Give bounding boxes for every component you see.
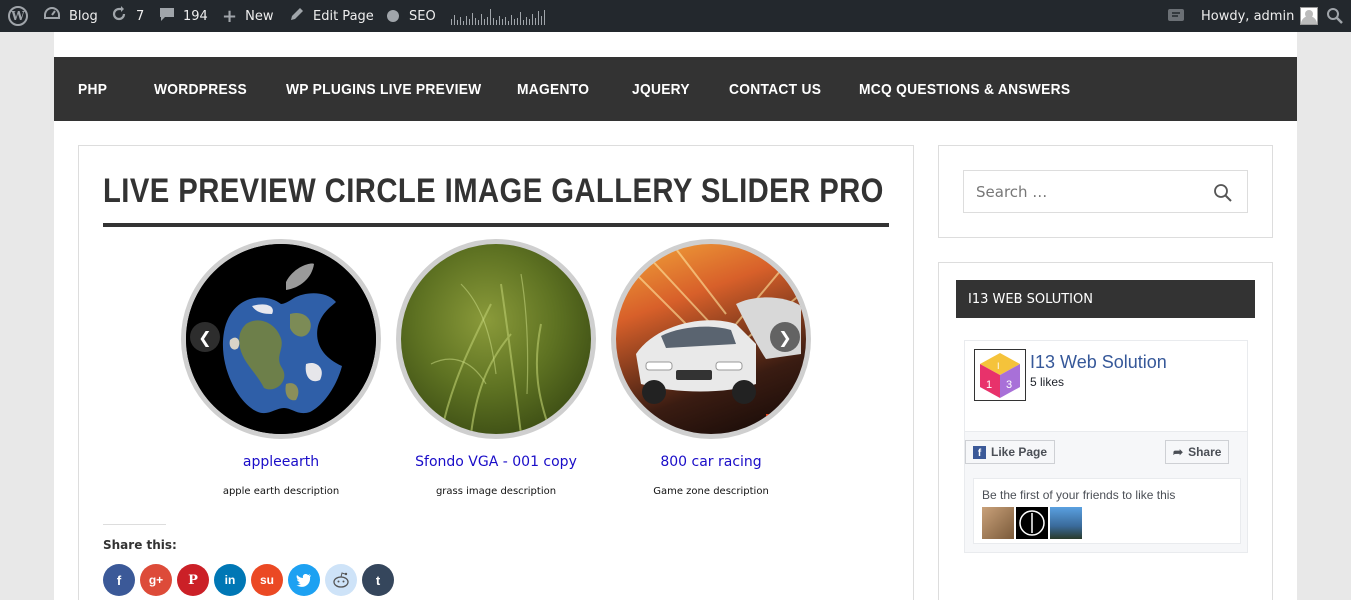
svg-text:I: I xyxy=(997,361,1000,371)
share-label: Share xyxy=(1188,445,1222,459)
stumbleupon-icon: su xyxy=(259,573,274,587)
slider-prev-button[interactable]: ❮ xyxy=(190,322,220,352)
search-widget xyxy=(938,145,1273,238)
nav-item-magento[interactable]: MAGENTO xyxy=(517,57,589,121)
greeting-text: Howdy, admin xyxy=(1201,8,1295,24)
updates-menu[interactable]: 7 xyxy=(110,0,144,32)
fb-action-bar: f Like Page ➦ Share Be the first of your… xyxy=(965,431,1247,552)
wordpress-logo-icon[interactable]: W xyxy=(8,0,28,32)
plus-icon: + xyxy=(222,5,238,27)
refresh-icon xyxy=(110,5,128,27)
slide-image-grass[interactable] xyxy=(396,239,596,439)
edit-page-label: Edit Page xyxy=(313,8,374,24)
svg-text:3: 3 xyxy=(1006,379,1012,391)
notification-bubble-icon xyxy=(1168,9,1184,21)
notifications-button[interactable] xyxy=(1167,0,1185,32)
like-page-button[interactable]: f Like Page xyxy=(965,440,1056,464)
slider-next-button[interactable]: ❯ xyxy=(770,322,800,352)
chevron-left-icon: ❮ xyxy=(198,327,212,347)
slide-title-link[interactable]: 800 car racing xyxy=(611,454,811,470)
svg-text:1: 1 xyxy=(986,379,992,391)
new-content-menu[interactable]: + New xyxy=(222,0,273,32)
twitter-icon xyxy=(296,574,311,587)
slide-title-link[interactable]: appleearth xyxy=(181,454,381,470)
stats-chart-icon xyxy=(451,9,545,25)
post-article: LIVE PREVIEW CIRCLE IMAGE GALLERY SLIDER… xyxy=(78,145,914,600)
seo-label: SEO xyxy=(409,8,436,24)
dashboard-icon xyxy=(43,6,61,26)
page-title: LIVE PREVIEW CIRCLE IMAGE GALLERY SLIDER… xyxy=(103,172,884,210)
google-plus-icon: g+ xyxy=(148,573,164,587)
share-divider xyxy=(103,524,166,525)
search-form xyxy=(963,170,1248,213)
title-divider xyxy=(103,223,889,227)
comments-menu[interactable]: 194 xyxy=(159,0,208,32)
friend-avatar[interactable] xyxy=(982,507,1014,539)
reddit-icon xyxy=(333,572,349,588)
seo-menu[interactable]: SEO xyxy=(387,0,436,32)
google-plus-share-button[interactable]: g+ xyxy=(140,564,172,596)
slide-description: apple earth description xyxy=(222,486,340,497)
stumbleupon-share-button[interactable]: su xyxy=(251,564,283,596)
nav-item-contact-us[interactable]: CONTACT US xyxy=(729,57,821,121)
reddit-share-button[interactable] xyxy=(325,564,357,596)
slide-title-link[interactable]: Sfondo VGA - 001 copy xyxy=(396,454,596,470)
share-heading: Share this: xyxy=(103,538,177,552)
page-logo[interactable]: I 1 3 xyxy=(974,349,1026,401)
friend-avatar[interactable] xyxy=(1050,507,1082,539)
comment-icon xyxy=(159,6,175,26)
comments-count: 194 xyxy=(183,8,208,24)
facebook-widget: I13 WEB SOLUTION I 1 3 I13 Web Solution … xyxy=(938,262,1273,600)
facebook-square-icon: f xyxy=(973,445,986,459)
slide-description: Game zone description xyxy=(653,486,769,497)
pinterest-share-button[interactable]: P xyxy=(177,564,209,596)
share-buttons: f g+ P in su t xyxy=(103,564,394,596)
fb-page-name-link[interactable]: I13 Web Solution xyxy=(1030,352,1167,373)
main-navigation: PHP WORDPRESS WP PLUGINS LIVE PREVIEW MA… xyxy=(54,57,1297,121)
share-button[interactable]: ➦ Share xyxy=(1165,440,1230,464)
nav-item-jquery[interactable]: JQUERY xyxy=(632,57,690,121)
admin-search-button[interactable] xyxy=(1326,0,1344,32)
site-name: Blog xyxy=(69,8,98,24)
linkedin-share-button[interactable]: in xyxy=(214,564,246,596)
user-account-menu[interactable]: Howdy, admin xyxy=(1201,0,1319,32)
friend-avatar[interactable] xyxy=(1016,507,1048,539)
gallery-slide: appleearth apple earth description xyxy=(181,239,381,497)
search-icon xyxy=(1327,8,1343,24)
facebook-share-button[interactable]: f xyxy=(103,564,135,596)
search-submit-icon[interactable] xyxy=(1213,183,1233,203)
search-input[interactable] xyxy=(964,171,1204,212)
tumblr-icon: t xyxy=(375,572,381,588)
facebook-icon: f xyxy=(116,572,122,588)
tumblr-share-button[interactable]: t xyxy=(362,564,394,596)
avatar xyxy=(1300,7,1319,25)
page-container: PHP WORDPRESS WP PLUGINS LIVE PREVIEW MA… xyxy=(54,32,1297,600)
site-menu[interactable]: Blog xyxy=(43,0,98,32)
fb-friends-text: Be the first of your friends to like thi… xyxy=(982,488,1176,502)
pencil-icon xyxy=(289,6,305,26)
chevron-right-icon: ❯ xyxy=(778,327,792,347)
admin-bar: W Blog 7 194 + New Edit Page SEO Howdy, … xyxy=(0,0,1351,32)
new-label: New xyxy=(245,8,274,24)
facebook-page-plugin: I 1 3 I13 Web Solution 5 likes f Like Pa… xyxy=(964,340,1248,553)
nav-item-wp-plugins-live-preview[interactable]: WP PLUGINS LIVE PREVIEW xyxy=(286,57,481,121)
nav-item-mcq-questions-answers[interactable]: MCQ QUESTIONS & ANSWERS xyxy=(859,57,1070,121)
nav-item-wordpress[interactable]: WORDPRESS xyxy=(154,57,247,121)
share-arrow-icon: ➦ xyxy=(1173,445,1184,459)
twitter-share-button[interactable] xyxy=(288,564,320,596)
nav-item-php[interactable]: PHP xyxy=(78,57,107,121)
fb-friends-box: Be the first of your friends to like thi… xyxy=(973,478,1241,544)
edit-page-link[interactable]: Edit Page xyxy=(289,0,374,32)
fb-like-count: 5 likes xyxy=(1030,375,1065,389)
linkedin-icon: in xyxy=(224,573,236,587)
stats-sparkline[interactable] xyxy=(451,0,547,32)
updates-count: 7 xyxy=(136,8,145,24)
like-page-label: Like Page xyxy=(991,445,1048,459)
seo-status-icon xyxy=(387,10,399,22)
pinterest-icon: P xyxy=(188,572,198,588)
slide-description: grass image description xyxy=(435,486,557,497)
gallery-slide: 800 car racing Game zone description xyxy=(611,239,811,497)
gallery-slide: Sfondo VGA - 001 copy grass image descri… xyxy=(396,239,596,497)
widget-title: I13 WEB SOLUTION xyxy=(956,280,1255,318)
